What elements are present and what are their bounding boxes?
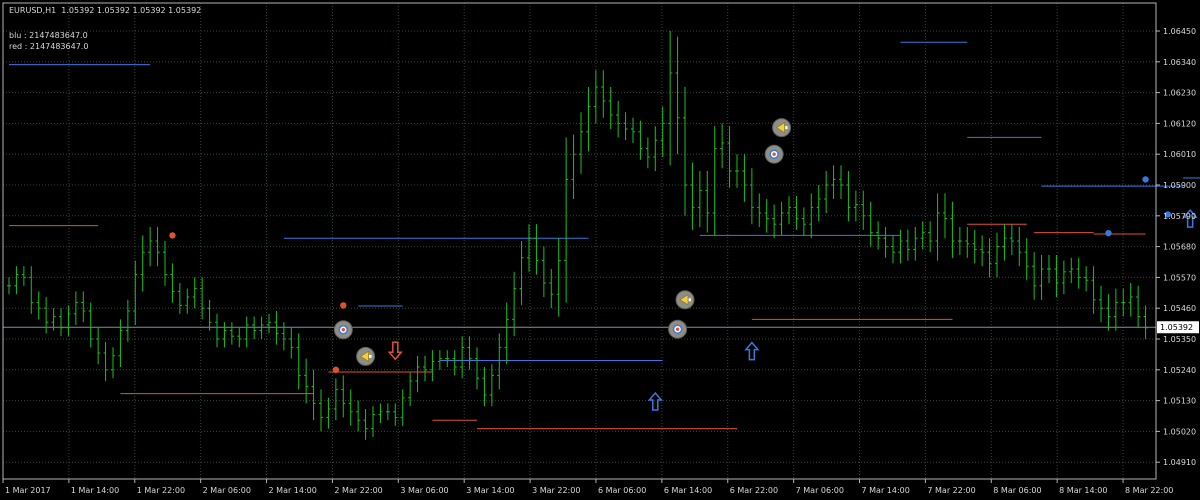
x-tick-label: 2 Mar 14:00 bbox=[269, 486, 317, 495]
x-tick-label: 8 Mar 06:00 bbox=[993, 486, 1041, 495]
plot-frame bbox=[2, 2, 1157, 480]
target-center bbox=[675, 327, 680, 331]
y-tick-label: 1.05790 bbox=[1163, 212, 1196, 221]
signal-dot bbox=[1105, 229, 1112, 237]
x-tick-label: 3 Mar 14:00 bbox=[466, 486, 514, 495]
x-tick-label: 2 Mar 06:00 bbox=[203, 486, 251, 495]
price-bars bbox=[7, 31, 1148, 440]
y-tick-label: 1.06450 bbox=[1163, 27, 1196, 36]
y-tick-label: 1.05900 bbox=[1163, 181, 1196, 190]
x-tick-label: 8 Mar 22:00 bbox=[1125, 486, 1173, 495]
current-price-label: 1.05392 bbox=[1160, 323, 1193, 332]
arrow-left-tail bbox=[785, 126, 788, 130]
x-tick-label: 7 Mar 06:00 bbox=[796, 486, 844, 495]
y-tick-label: 1.05020 bbox=[1163, 427, 1196, 436]
y-tick-label: 1.06120 bbox=[1163, 119, 1196, 128]
y-tick-label: 1.05570 bbox=[1163, 273, 1196, 282]
signal-dot bbox=[332, 366, 340, 373]
y-tick-label: 1.06340 bbox=[1163, 58, 1196, 67]
x-tick-label: 6 Mar 22:00 bbox=[730, 486, 778, 495]
x-tick-label: 1 Mar 2017 bbox=[5, 486, 51, 495]
x-tick-label: 1 Mar 14:00 bbox=[71, 486, 119, 495]
support-resistance-levels bbox=[9, 41, 1200, 430]
chart-grid bbox=[2, 3, 1156, 479]
signal-dot bbox=[340, 302, 347, 309]
x-tick-label: 1 Mar 22:00 bbox=[137, 486, 185, 495]
x-tick-label: 7 Mar 14:00 bbox=[862, 486, 910, 495]
price-chart[interactable]: 1.06450 1.06340 1.06230 1.06120 1.06010 1.059… bbox=[0, 0, 1200, 500]
x-tick-label: 7 Mar 22:00 bbox=[927, 486, 975, 495]
blu-buffer-value: blu : 2147483647.0 bbox=[9, 31, 88, 40]
red-buffer-value: red : 2147483647.0 bbox=[9, 42, 89, 51]
y-tick-label: 1.05460 bbox=[1163, 304, 1196, 313]
x-tick-label: 6 Mar 06:00 bbox=[598, 486, 646, 495]
y-tick-label: 1.06010 bbox=[1163, 150, 1196, 159]
arrow-up-icon bbox=[647, 391, 663, 411]
signal-dot bbox=[169, 232, 176, 239]
x-tick-label: 3 Mar 22:00 bbox=[532, 486, 580, 495]
symbol-info: EURUSD,H1 1.05392 1.05392 1.05392 1.0539… bbox=[9, 6, 202, 15]
x-tick-label: 8 Mar 14:00 bbox=[1059, 486, 1107, 495]
x-tick-label: 2 Mar 22:00 bbox=[334, 486, 382, 495]
arrow-down-icon bbox=[387, 341, 403, 361]
arrow-left-tail bbox=[369, 354, 372, 358]
arrow-left-tail bbox=[688, 298, 691, 302]
arrow-up-icon bbox=[744, 341, 760, 361]
signal-dot bbox=[1142, 176, 1149, 183]
y-tick-label: 1.06230 bbox=[1163, 89, 1196, 98]
y-tick-label: 1.05680 bbox=[1163, 243, 1196, 252]
y-tick-label: 1.05240 bbox=[1163, 366, 1196, 375]
y-tick-label: 1.05130 bbox=[1163, 397, 1196, 406]
y-tick-label: 1.04910 bbox=[1163, 458, 1196, 467]
target-center bbox=[772, 152, 776, 156]
x-tick-label: 6 Mar 14:00 bbox=[664, 486, 712, 495]
target-center bbox=[341, 328, 345, 332]
y-tick-label: 1.05350 bbox=[1163, 335, 1196, 344]
x-tick-label: 3 Mar 06:00 bbox=[400, 486, 448, 495]
